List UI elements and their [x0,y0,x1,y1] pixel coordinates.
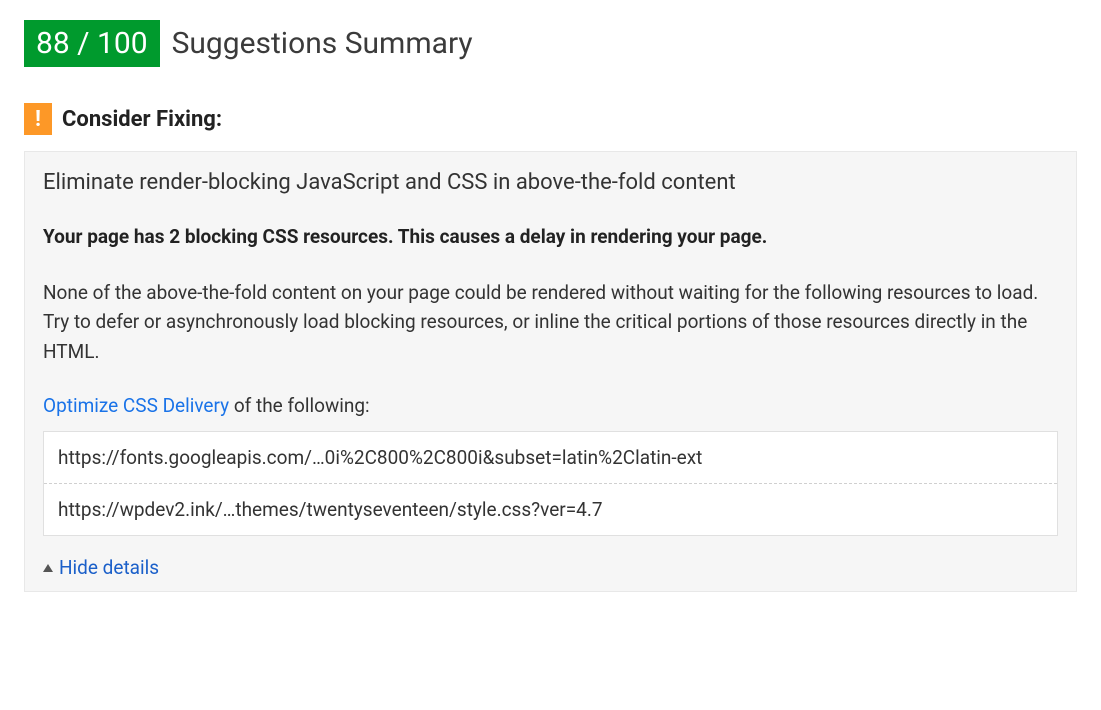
suggestion-panel: Eliminate render-blocking JavaScript and… [24,151,1077,592]
warning-row: ! Consider Fixing: [24,103,1077,135]
resource-list: https://fonts.googleapis.com/…0i%2C800%2… [43,431,1058,536]
score-badge: 88 / 100 [24,20,160,67]
triangle-up-icon [43,564,53,572]
optimize-suffix: of the following: [229,394,370,417]
hide-details-toggle[interactable]: Hide details [43,556,1058,579]
page-title: Suggestions Summary [172,26,473,61]
resource-item: https://wpdev2.ink/…themes/twentysevente… [44,483,1057,535]
suggestion-title: Eliminate render-blocking JavaScript and… [43,170,1058,195]
suggestion-description: None of the above-the-fold content on yo… [43,278,1058,366]
suggestion-impact: Your page has 2 blocking CSS resources. … [43,225,1058,248]
resource-item: https://fonts.googleapis.com/…0i%2C800%2… [44,432,1057,483]
toggle-label: Hide details [59,556,159,579]
warning-label: Consider Fixing: [62,107,222,132]
warning-icon: ! [24,103,52,135]
optimize-css-link[interactable]: Optimize CSS Delivery [43,394,229,417]
optimize-row: Optimize CSS Delivery of the following: [43,394,1058,417]
header-row: 88 / 100 Suggestions Summary [24,20,1077,67]
